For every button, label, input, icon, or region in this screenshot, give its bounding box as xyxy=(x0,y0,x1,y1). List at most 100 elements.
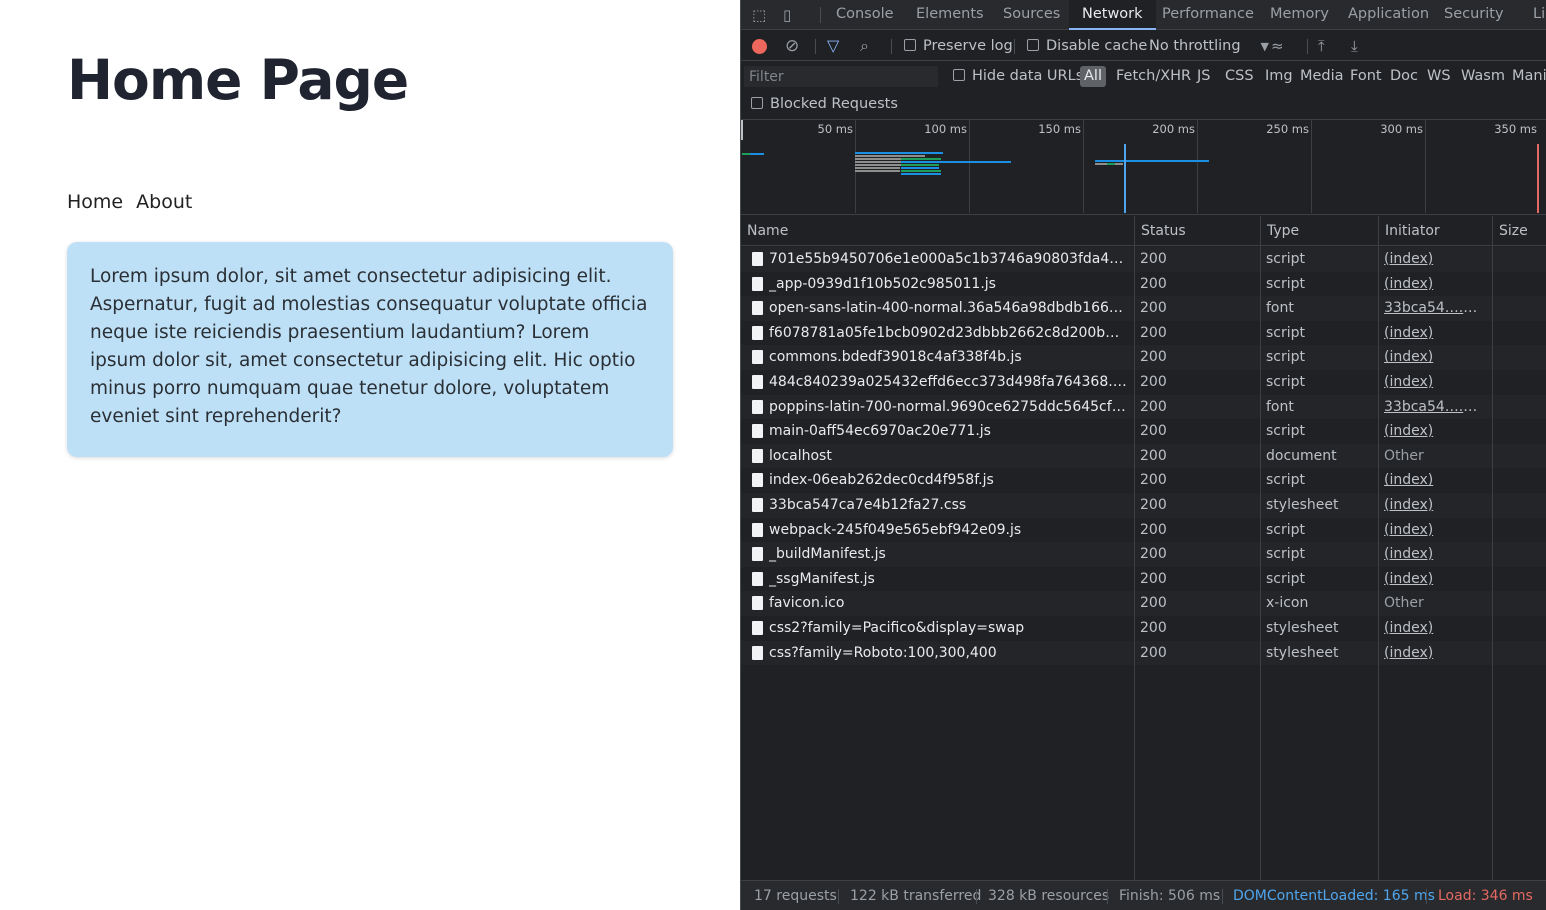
tab-elements[interactable]: Elements xyxy=(903,0,997,30)
request-initiator[interactable]: (index) xyxy=(1384,419,1484,444)
column-header-status[interactable]: Status xyxy=(1135,216,1261,246)
file-icon xyxy=(752,522,763,537)
nav-link-home[interactable]: Home xyxy=(67,191,123,213)
request-initiator[interactable]: (index) xyxy=(1384,247,1484,272)
network-conditions-icon[interactable]: ≈ xyxy=(1271,31,1284,61)
overview-bar xyxy=(901,167,939,169)
table-row[interactable]: favicon.ico 200 x-icon Other xyxy=(741,591,1546,616)
content-card: Lorem ipsum dolor, sit amet consectetur … xyxy=(67,242,673,457)
checkbox-box[interactable] xyxy=(904,39,916,51)
preserve-log-checkbox[interactable]: Preserve log xyxy=(904,31,1013,61)
table-row[interactable]: webpack-245f049e565ebf942e09.js 200 script… xyxy=(741,518,1546,543)
throttling-select[interactable]: No throttling ▼ xyxy=(1149,31,1269,61)
column-header-name[interactable]: Name xyxy=(741,216,1135,246)
tab-console[interactable]: Console xyxy=(823,0,907,30)
filter-icon[interactable]: ▽ xyxy=(827,31,839,61)
overview-gridline xyxy=(1197,120,1198,213)
request-initiator[interactable]: (index) xyxy=(1384,542,1484,567)
filter-type-doc[interactable]: Doc xyxy=(1390,61,1418,91)
tab-network[interactable]: Network xyxy=(1069,0,1156,30)
request-type: script xyxy=(1266,570,1306,587)
request-name: commons.bdedf39018c4af338f4b.js xyxy=(769,349,1022,366)
network-status-bar: 17 requests 122 kB transferred 328 kB re… xyxy=(741,880,1546,910)
tab-sources[interactable]: Sources xyxy=(990,0,1073,30)
request-initiator[interactable]: (index) xyxy=(1384,567,1484,592)
request-initiator[interactable]: 33bca54….css xyxy=(1384,395,1484,420)
filter-type-font[interactable]: Font xyxy=(1350,61,1382,91)
table-row[interactable]: css2?family=Pacifico&display=swap 200 styl… xyxy=(741,616,1546,641)
table-row[interactable]: css?family=Roboto:100,300,400 200 styleshe… xyxy=(741,640,1546,666)
column-header-size[interactable]: Size xyxy=(1493,216,1546,246)
network-toolbar: ⊘ ▽ ⌕ Preserve log Disable cache No thro… xyxy=(741,31,1546,61)
table-row[interactable]: poppins-latin-700-normal.9690ce6275ddc56… xyxy=(741,394,1546,420)
nav-link-about[interactable]: About xyxy=(136,191,192,213)
table-row[interactable]: _ssgManifest.js 200 script (index) xyxy=(741,567,1546,592)
table-row[interactable]: main-0aff54ec6970ac20e771.js 200 script (in… xyxy=(741,419,1546,444)
device-toolbar-icon[interactable]: ▯ xyxy=(783,6,791,24)
file-icon xyxy=(752,252,763,266)
table-row[interactable]: _buildManifest.js 200 script (index) xyxy=(741,542,1546,567)
inspect-element-icon[interactable]: ⬚ xyxy=(752,6,766,24)
tab-lighthouse[interactable]: Li xyxy=(1520,0,1546,30)
tab-application[interactable]: Application xyxy=(1335,0,1442,30)
export-har-icon[interactable]: ⤓ xyxy=(1351,31,1358,61)
table-row[interactable]: commons.bdedf39018c4af338f4b.js 200 script… xyxy=(741,345,1546,370)
filter-type-css[interactable]: CSS xyxy=(1225,61,1254,91)
checkbox-box[interactable] xyxy=(1027,39,1039,51)
table-row[interactable]: index-06eab262dec0cd4f958f.js 200 script (i… xyxy=(741,468,1546,493)
request-initiator[interactable]: (index) xyxy=(1384,370,1484,395)
request-initiator[interactable]: (index) xyxy=(1384,518,1484,543)
tab-memory[interactable]: Memory xyxy=(1257,0,1342,30)
filter-type-js[interactable]: JS xyxy=(1197,61,1210,91)
overview-gridline xyxy=(1425,120,1426,213)
request-status: 200 xyxy=(1140,374,1167,390)
request-initiator[interactable]: (index) xyxy=(1384,641,1484,666)
filter-type-all[interactable]: All xyxy=(1080,66,1106,87)
file-icon xyxy=(752,399,763,414)
checkbox-box[interactable] xyxy=(751,97,763,109)
overview-tick-label: 150 ms xyxy=(1038,122,1081,136)
request-initiator[interactable]: (index) xyxy=(1384,468,1484,493)
table-row[interactable]: localhost 200 document Other xyxy=(741,443,1546,469)
import-har-icon[interactable]: ⤒ xyxy=(1318,31,1325,61)
table-row[interactable]: 484c840239a025432effd6ecc373d498fa764368… xyxy=(741,370,1546,395)
file-icon xyxy=(752,473,763,488)
filter-type-media[interactable]: Media xyxy=(1300,61,1344,91)
network-overview[interactable]: 50 ms 100 ms 150 ms 200 ms 250 ms 300 ms… xyxy=(741,120,1546,215)
table-row[interactable]: _app-0939d1f10b502c985011.js 200 script (in… xyxy=(741,272,1546,297)
checkbox-box[interactable] xyxy=(953,69,965,81)
column-header-initiator[interactable]: Initiator xyxy=(1379,216,1493,246)
column-header-type[interactable]: Type xyxy=(1261,216,1379,246)
search-icon[interactable]: ⌕ xyxy=(860,31,869,61)
filter-input[interactable] xyxy=(744,66,938,87)
request-initiator[interactable]: 33bca54….css xyxy=(1384,296,1484,321)
dom-content-loaded-marker xyxy=(1124,144,1126,213)
filter-type-wasm[interactable]: Wasm xyxy=(1461,61,1505,91)
filter-type-ws[interactable]: WS xyxy=(1427,61,1451,91)
record-icon[interactable] xyxy=(752,39,767,54)
table-row[interactable]: 701e55b9450706e1e000a5c1b3746a90803fda45… xyxy=(741,247,1546,272)
request-status: 200 xyxy=(1140,324,1167,341)
table-row[interactable]: f6078781a05fe1bcb0902d23dbbb2662c8d200b3… xyxy=(741,321,1546,346)
file-icon xyxy=(752,424,763,439)
request-initiator[interactable]: (index) xyxy=(1384,272,1484,297)
tab-security[interactable]: Security xyxy=(1431,0,1517,30)
filter-type-img[interactable]: Img xyxy=(1265,61,1293,91)
disable-cache-checkbox[interactable]: Disable cache xyxy=(1027,31,1147,61)
filter-type-manifest[interactable]: Manif xyxy=(1512,61,1546,91)
tab-performance[interactable]: Performance xyxy=(1149,0,1267,30)
table-row[interactable]: 33bca547ca7e4b12fa27.css 200 stylesheet (in… xyxy=(741,493,1546,518)
request-initiator[interactable]: (index) xyxy=(1384,321,1484,346)
filter-type-fetch-xhr[interactable]: Fetch/XHR xyxy=(1116,61,1191,91)
table-row[interactable]: open-sans-latin-400-normal.36a546a98dbdb… xyxy=(741,296,1546,321)
clear-icon[interactable]: ⊘ xyxy=(785,31,799,61)
blocked-requests-checkbox[interactable]: Blocked Requests xyxy=(751,89,898,119)
hide-data-urls-checkbox[interactable]: Hide data URLs xyxy=(953,61,1083,91)
request-initiator[interactable]: (index) xyxy=(1384,345,1484,370)
request-initiator[interactable]: (index) xyxy=(1384,493,1484,518)
filter-bar: Hide data URLs All Fetch/XHR JS CSS Img … xyxy=(741,61,1546,91)
overview-gridline xyxy=(1083,120,1084,213)
request-initiator[interactable]: (index) xyxy=(1384,616,1484,641)
overview-bar xyxy=(855,155,925,157)
request-type: stylesheet xyxy=(1266,620,1339,636)
